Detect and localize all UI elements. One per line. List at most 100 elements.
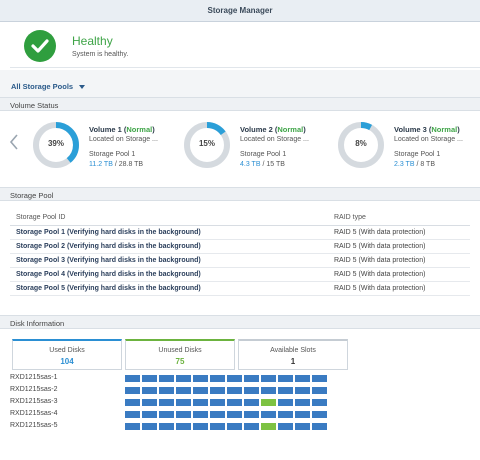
- used-disk-slot[interactable]: [227, 411, 242, 418]
- used-disk-slot[interactable]: [227, 375, 242, 382]
- used-disk-slot[interactable]: [193, 411, 208, 418]
- unused-disks-label: Unused Disks: [158, 347, 202, 354]
- used-disk-slot[interactable]: [312, 375, 327, 382]
- used-disk-slot[interactable]: [295, 411, 310, 418]
- usage-percent: 8%: [355, 139, 367, 148]
- available-slots-count: 1: [290, 357, 296, 366]
- used-disk-slot[interactable]: [295, 399, 310, 406]
- used-disk-slot[interactable]: [193, 375, 208, 382]
- table-row[interactable]: Storage Pool 4 (Verifying hard disks in …: [10, 268, 470, 282]
- used-disks-box[interactable]: Used Disks 104: [12, 339, 122, 370]
- enclosure-row[interactable]: RXD1215sas-2: [10, 384, 340, 396]
- volume-capacity: 4.3 TB / 15 TB: [240, 161, 285, 168]
- volume-capacity: 2.3 TB / 8 TB: [394, 161, 435, 168]
- enclosure-name: RXD1215sas-2: [10, 386, 58, 393]
- used-disk-slot[interactable]: [312, 399, 327, 406]
- table-row[interactable]: Storage Pool 5 (Verifying hard disks in …: [10, 282, 470, 296]
- used-disk-slot[interactable]: [210, 411, 225, 418]
- column-header-raid[interactable]: RAID type: [334, 214, 366, 221]
- table-row[interactable]: Storage Pool 2 (Verifying hard disks in …: [10, 240, 470, 254]
- pool-id: Storage Pool 4 (Verifying hard disks in …: [16, 271, 201, 278]
- used-disk-slot[interactable]: [176, 423, 191, 430]
- health-panel: Healthy System is healthy.: [10, 24, 480, 68]
- used-disk-slot[interactable]: [125, 375, 140, 382]
- used-disk-slot[interactable]: [278, 387, 293, 394]
- used-disk-slot[interactable]: [142, 411, 157, 418]
- used-disk-slot[interactable]: [193, 387, 208, 394]
- used-disk-slot[interactable]: [227, 399, 242, 406]
- chevron-down-icon[interactable]: [79, 85, 85, 89]
- used-disk-slot[interactable]: [210, 423, 225, 430]
- used-disk-slot[interactable]: [142, 375, 157, 382]
- used-disk-slot[interactable]: [125, 411, 140, 418]
- used-disk-slot[interactable]: [295, 423, 310, 430]
- used-disk-slot[interactable]: [193, 399, 208, 406]
- raid-type: RAID 5 (With data protection): [334, 271, 426, 278]
- volume-status-header: Volume Status: [0, 97, 480, 111]
- used-disk-slot[interactable]: [244, 375, 259, 382]
- used-disk-slot[interactable]: [125, 399, 140, 406]
- usage-percent: 39%: [47, 139, 64, 148]
- used-disks-count: 104: [60, 357, 74, 366]
- enclosure-row[interactable]: RXD1215sas-1: [10, 372, 340, 384]
- used-disk-slot[interactable]: [125, 387, 140, 394]
- used-disk-slot[interactable]: [312, 411, 327, 418]
- unused-disks-box[interactable]: Unused Disks 75: [125, 339, 235, 370]
- available-slots-box[interactable]: Available Slots 1: [238, 339, 348, 370]
- used-disk-slot[interactable]: [227, 423, 242, 430]
- used-disk-slot[interactable]: [261, 387, 276, 394]
- used-disk-slot[interactable]: [176, 375, 191, 382]
- used-disk-slot[interactable]: [176, 411, 191, 418]
- chevron-left-icon[interactable]: [9, 134, 19, 150]
- used-disk-slot[interactable]: [210, 375, 225, 382]
- volume-pool: Storage Pool 1: [394, 151, 441, 158]
- volume-card[interactable]: 39% Volume 1 (Normal) Located on Storage…: [32, 121, 182, 177]
- used-disk-slot[interactable]: [159, 423, 174, 430]
- raid-type: RAID 5 (With data protection): [334, 257, 426, 264]
- enclosure-row[interactable]: RXD1215sas-4: [10, 408, 340, 420]
- used-disk-slot[interactable]: [312, 423, 327, 430]
- used-disk-slot[interactable]: [210, 387, 225, 394]
- used-disk-slot[interactable]: [278, 411, 293, 418]
- volume-capacity: 11.2 TB / 28.8 TB: [89, 161, 144, 168]
- section-title: Disk Information: [10, 319, 65, 328]
- used-disk-slot[interactable]: [278, 423, 293, 430]
- used-disk-slot[interactable]: [244, 423, 259, 430]
- volume-card[interactable]: 8% Volume 3 (Normal) Located on Storage …: [337, 121, 480, 177]
- used-disk-slot[interactable]: [142, 423, 157, 430]
- used-disk-slot[interactable]: [159, 399, 174, 406]
- used-disk-slot[interactable]: [159, 387, 174, 394]
- used-disk-slot[interactable]: [125, 423, 140, 430]
- used-disk-slot[interactable]: [142, 387, 157, 394]
- storage-pool-header: Storage Pool: [0, 187, 480, 201]
- used-disk-slot[interactable]: [159, 375, 174, 382]
- volume-name: Volume 3 (Normal): [394, 125, 460, 134]
- used-disk-slot[interactable]: [312, 387, 327, 394]
- used-disk-slot[interactable]: [278, 375, 293, 382]
- table-row[interactable]: Storage Pool 1 (Verifying hard disks in …: [10, 226, 470, 240]
- used-disk-slot[interactable]: [244, 411, 259, 418]
- enclosure-row[interactable]: RXD1215sas-3: [10, 396, 340, 408]
- storage-pool-filter[interactable]: All Storage Pools: [11, 82, 73, 91]
- used-disk-slot[interactable]: [142, 399, 157, 406]
- unused-disk-slot[interactable]: [261, 423, 276, 430]
- used-disk-slot[interactable]: [210, 399, 225, 406]
- used-disk-slot[interactable]: [176, 387, 191, 394]
- table-row[interactable]: Storage Pool 3 (Verifying hard disks in …: [10, 254, 470, 268]
- column-header-id[interactable]: Storage Pool ID: [16, 214, 65, 221]
- volume-card[interactable]: 15% Volume 2 (Normal) Located on Storage…: [183, 121, 333, 177]
- used-disk-slot[interactable]: [159, 411, 174, 418]
- used-disk-slot[interactable]: [244, 387, 259, 394]
- enclosure-row[interactable]: RXD1215sas-5: [10, 420, 340, 432]
- used-disk-slot[interactable]: [261, 375, 276, 382]
- used-disk-slot[interactable]: [193, 423, 208, 430]
- volume-location: Located on Storage ...: [240, 136, 309, 143]
- used-disk-slot[interactable]: [295, 375, 310, 382]
- used-disk-slot[interactable]: [295, 387, 310, 394]
- used-disk-slot[interactable]: [176, 399, 191, 406]
- used-disk-slot[interactable]: [227, 387, 242, 394]
- used-disk-slot[interactable]: [278, 399, 293, 406]
- used-disk-slot[interactable]: [244, 399, 259, 406]
- used-disk-slot[interactable]: [261, 411, 276, 418]
- unused-disk-slot[interactable]: [261, 399, 276, 406]
